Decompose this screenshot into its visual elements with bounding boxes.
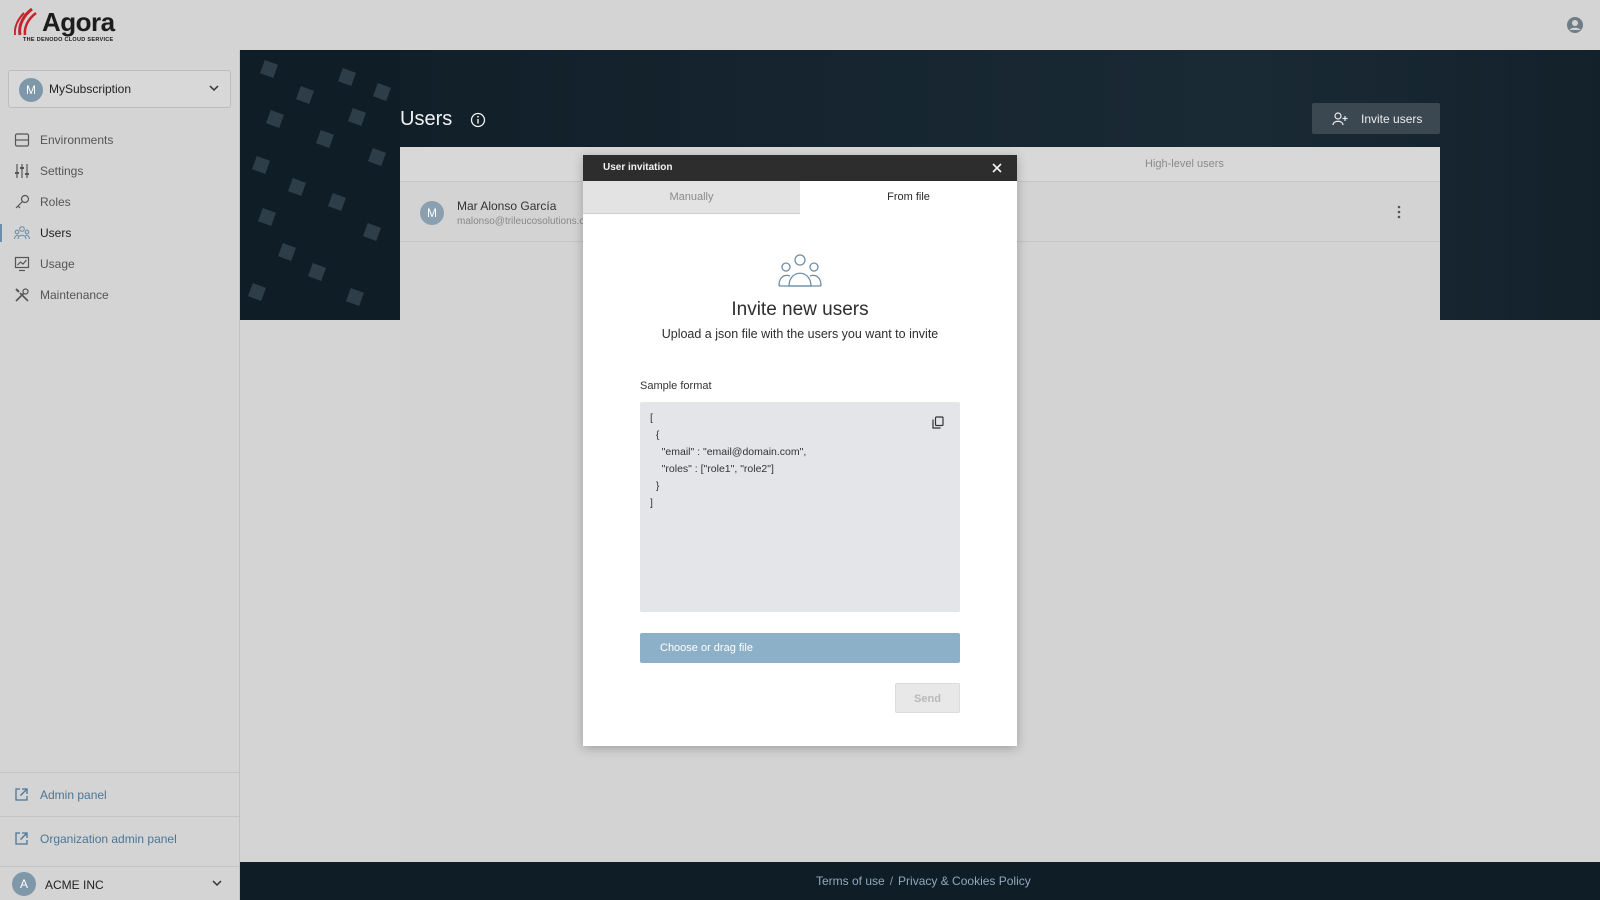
- top-header: Agora THE DENODO CLOUD SERVICE: [0, 0, 1600, 50]
- privacy-policy-link[interactable]: Privacy & Cookies Policy: [898, 874, 1031, 888]
- sidebar-item-maintenance[interactable]: Maintenance: [0, 280, 239, 310]
- decor-square: [258, 208, 276, 226]
- invite-users-label: Invite users: [1361, 112, 1423, 126]
- environments-icon: [14, 133, 30, 147]
- sample-code-block: [ { "email" : "email@domain.com", "roles…: [640, 402, 960, 612]
- sidebar-item-environments[interactable]: Environments: [0, 125, 239, 155]
- sidebar-item-users[interactable]: Users: [0, 218, 239, 248]
- decor-square: [346, 288, 364, 306]
- page-footer: Terms of use / Privacy & Cookies Policy: [240, 862, 1600, 900]
- send-label: Send: [914, 693, 941, 705]
- admin-panel-link[interactable]: Admin panel: [0, 772, 239, 816]
- external-link-icon: [15, 788, 28, 801]
- tools-icon: [15, 288, 29, 302]
- sidebar-item-label: Environments: [40, 133, 114, 147]
- key-icon: [15, 194, 30, 209]
- decor-square: [308, 263, 326, 281]
- sidebar-item-settings[interactable]: Settings: [0, 156, 239, 186]
- decor-square: [278, 243, 296, 261]
- chevron-down-icon: [209, 85, 219, 92]
- agora-logo[interactable]: Agora THE DENODO CLOUD SERVICE: [14, 5, 134, 45]
- decor-square: [288, 178, 306, 196]
- decor-square: [373, 83, 391, 101]
- subscription-avatar: M: [19, 78, 43, 102]
- external-link-icon: [15, 832, 28, 845]
- subscription-name: MySubscription: [49, 82, 132, 96]
- sidebar-item-usage[interactable]: Usage: [0, 249, 239, 279]
- organization-name: ACME INC: [45, 878, 104, 892]
- decor-square: [260, 60, 278, 78]
- user-invitation-dialog: User invitation Manually From file Invit…: [583, 155, 1017, 746]
- decor-square: [252, 156, 270, 174]
- account-icon[interactable]: [1566, 16, 1584, 34]
- decor-square: [316, 130, 334, 148]
- sidebar: M MySubscription Environments Settings R…: [0, 50, 240, 900]
- decor-square: [348, 108, 366, 126]
- user-name: Mar Alonso García: [457, 199, 557, 213]
- logo-text: Agora: [42, 7, 115, 37]
- footer-separator: /: [889, 874, 894, 888]
- add-user-icon: [1332, 112, 1348, 126]
- code-line: "roles" : ["role1", "role2"]: [650, 463, 774, 475]
- users-group-icon: [778, 254, 822, 287]
- choose-file-label: Choose or drag file: [660, 642, 753, 654]
- user-email: malonso@trileucosolutions.com: [457, 216, 585, 227]
- dialog-title: User invitation: [603, 162, 673, 173]
- more-options-icon[interactable]: [1395, 204, 1403, 220]
- dialog-header: User invitation: [583, 155, 1017, 181]
- sidebar-item-label: Users: [40, 226, 72, 240]
- logo-mark-icon: [14, 7, 37, 36]
- code-line: "email" : "email@domain.com",: [650, 446, 807, 458]
- org-admin-panel-link[interactable]: Organization admin panel: [0, 816, 239, 860]
- avatar: M: [420, 201, 444, 225]
- choose-file-button[interactable]: Choose or drag file: [640, 633, 960, 663]
- info-icon[interactable]: [470, 112, 486, 128]
- footer-links: Terms of use / Privacy & Cookies Policy: [816, 874, 1031, 888]
- sidebar-item-label: Maintenance: [40, 288, 109, 302]
- page-title: Users: [400, 108, 453, 130]
- settings-sliders-icon: [15, 164, 29, 178]
- users-icon: [14, 226, 30, 240]
- organization-avatar: A: [12, 872, 36, 896]
- sidebar-item-label: Settings: [40, 164, 84, 178]
- decor-square: [328, 193, 346, 211]
- tab-manually[interactable]: Manually: [583, 181, 800, 214]
- chevron-down-icon: [212, 880, 222, 887]
- code-line: [: [650, 412, 653, 424]
- subscription-select[interactable]: M MySubscription: [8, 70, 231, 108]
- organization-select[interactable]: A ACME INC: [0, 866, 239, 900]
- code-line: {: [650, 429, 660, 441]
- decor-square: [296, 86, 314, 104]
- decor-square: [363, 223, 381, 241]
- copy-icon[interactable]: [932, 416, 944, 429]
- terms-of-use-link[interactable]: Terms of use: [816, 874, 885, 888]
- decor-square: [248, 283, 266, 301]
- dialog-heading: Invite new users: [731, 299, 869, 320]
- close-icon[interactable]: [991, 162, 1003, 174]
- decor-square: [338, 68, 356, 86]
- dialog-subheading: Upload a json file with the users you wa…: [661, 327, 939, 341]
- sidebar-item-label: Usage: [40, 257, 75, 271]
- decor-square: [266, 110, 284, 128]
- code-line: }: [650, 480, 660, 492]
- sidebar-item-roles[interactable]: Roles: [0, 187, 239, 217]
- invite-users-button[interactable]: Invite users: [1312, 103, 1440, 134]
- tab-from-file[interactable]: From file: [800, 181, 1017, 214]
- sidebar-item-label: Roles: [40, 195, 71, 209]
- decor-square: [368, 148, 386, 166]
- send-button[interactable]: Send: [895, 683, 960, 713]
- sample-format-label: Sample format: [640, 380, 712, 392]
- code-line: ]: [650, 497, 653, 509]
- usage-chart-icon: [14, 256, 30, 272]
- logo-tagline: THE DENODO CLOUD SERVICE: [23, 37, 114, 43]
- tab-high-level-users[interactable]: High-level users: [1145, 158, 1224, 170]
- org-admin-panel-label: Organization admin panel: [40, 832, 177, 846]
- admin-panel-label: Admin panel: [40, 788, 107, 802]
